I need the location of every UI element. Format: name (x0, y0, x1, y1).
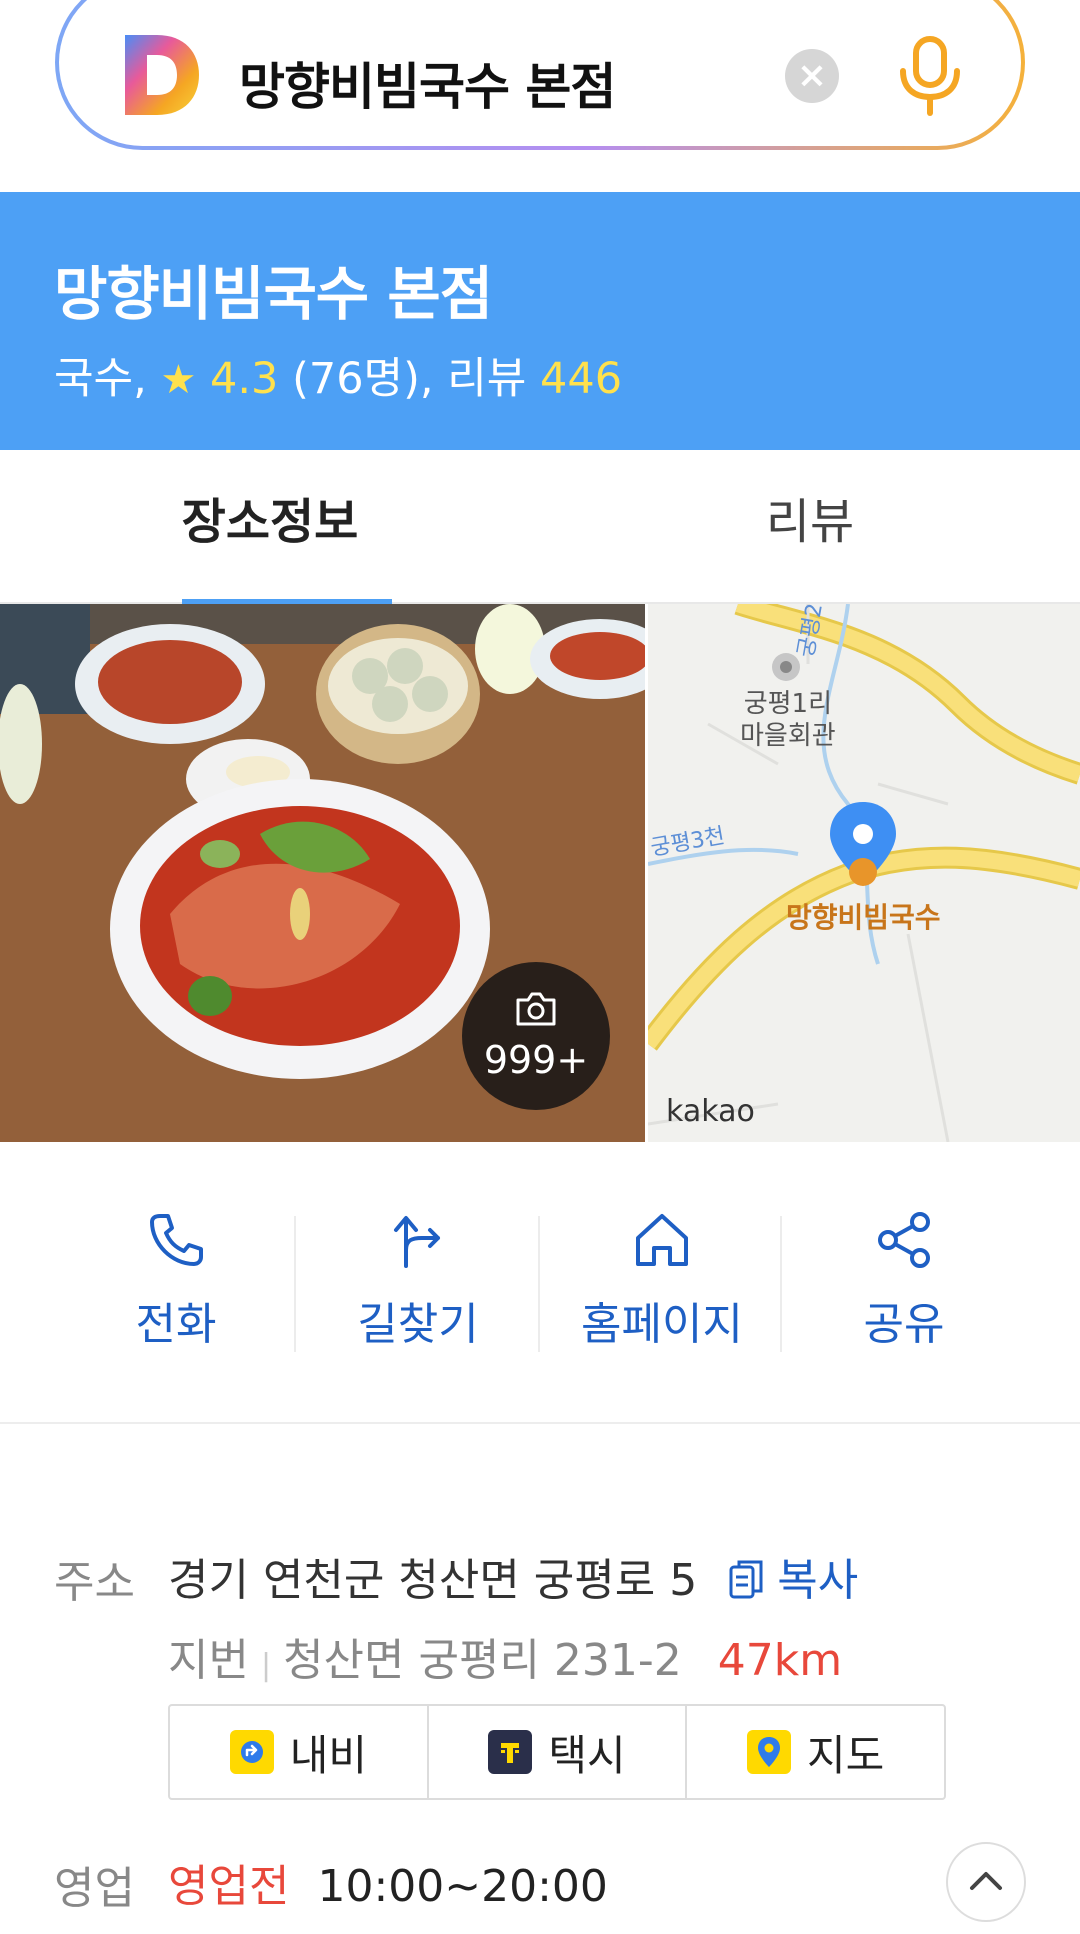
tab-place-info[interactable]: 장소정보 (0, 450, 540, 604)
media-section: 999+ 궁평1리 마을회관 궁평2천 궁평3천 망향비빔국수 kakao (0, 604, 1080, 1142)
taxi-icon (488, 1730, 533, 1774)
call-button[interactable]: 전화 (54, 1210, 298, 1370)
food-photo[interactable]: 999+ (0, 604, 645, 1142)
copy-address-button[interactable]: 복사 (729, 1555, 858, 1606)
mic-icon[interactable] (897, 35, 963, 117)
tab-bar: 장소정보 리뷰 (0, 450, 1080, 604)
place-category: 국수, (54, 354, 147, 404)
rating-count[interactable]: (76명), (292, 354, 434, 404)
action-divider (538, 1216, 540, 1352)
share-button[interactable]: 공유 (782, 1210, 1026, 1370)
review-count[interactable]: 446 (540, 354, 622, 404)
navigation-buttons: 내비 택시 지도 (168, 1704, 946, 1800)
taxi-label: 택시 (548, 1730, 626, 1780)
place-meta: 국수, ★ 4.3 (76명), 리뷰 446 (54, 344, 622, 406)
navi-label: 내비 (289, 1730, 367, 1780)
map-label: 지도 (807, 1730, 885, 1780)
distance: 47km (717, 1635, 843, 1686)
photo-count-badge[interactable]: 999+ (462, 962, 610, 1110)
taxi-button[interactable]: 택시 (429, 1706, 688, 1798)
chevron-up-icon (970, 1872, 1002, 1890)
photo-count-text: 999+ (483, 1038, 589, 1082)
camera-icon (516, 992, 556, 1026)
hours-key: 영업 (54, 1863, 135, 1914)
star-icon: ★ (160, 357, 197, 403)
jibun-address: 청산면 궁평리 231-2 (283, 1635, 682, 1686)
hours-time: 10:00~20:00 (317, 1861, 608, 1912)
directions-icon (394, 1216, 440, 1268)
home-icon (636, 1214, 688, 1266)
navi-icon (229, 1730, 274, 1774)
address-road-text: 경기 연천군 청산면 궁평로 5 (168, 1555, 698, 1606)
kakao-map-logo: kakao (666, 1094, 755, 1129)
homepage-button[interactable]: 홈페이지 (540, 1210, 784, 1370)
map-poi-label: 궁평1리 마을회관 (740, 689, 836, 751)
share-icon (878, 1212, 930, 1268)
jibun-key: 지번 (168, 1635, 249, 1686)
action-row: 전화 길찾기 홈페이지 공유 (0, 1142, 1080, 1424)
phone-icon (150, 1214, 203, 1266)
place-title: 망향비빔국수 본점 (54, 260, 493, 328)
daum-logo-icon (125, 35, 199, 115)
address-road: 경기 연천군 청산면 궁평로 5 복사 (168, 1544, 858, 1608)
clear-search-button[interactable]: × (785, 49, 839, 103)
map-preview[interactable]: 궁평1리 마을회관 궁평2천 궁평3천 망향비빔국수 kakao (648, 604, 1080, 1142)
clear-icon: × (796, 55, 828, 96)
copy-icon (729, 1560, 763, 1599)
map-illustration (648, 604, 1080, 1142)
map-button[interactable]: 지도 (687, 1706, 944, 1798)
tab-review[interactable]: 리뷰 (540, 450, 1080, 604)
share-label: 공유 (863, 1299, 945, 1350)
homepage-label: 홈페이지 (581, 1299, 743, 1350)
hours-row[interactable]: 영업전 10:00~20:00 (168, 1850, 608, 1914)
map-place-label: 망향비빔국수 (786, 901, 941, 934)
separator: | (260, 1648, 272, 1683)
directions-label: 길찾기 (357, 1299, 479, 1350)
navi-button[interactable]: 내비 (170, 1706, 429, 1798)
map-pin-icon (747, 1730, 792, 1774)
search-bar-area: 망향비빔국수 본점 × (0, 0, 1080, 190)
place-header: 망향비빔국수 본점 국수, ★ 4.3 (76명), 리뷰 446 (0, 192, 1080, 450)
search-box[interactable]: 망향비빔국수 본점 × (55, 0, 1025, 150)
address-key: 주소 (54, 1557, 135, 1608)
action-divider (780, 1216, 782, 1352)
scroll-top-button[interactable] (946, 1842, 1026, 1922)
copy-label: 복사 (777, 1555, 859, 1606)
directions-button[interactable]: 길찾기 (296, 1210, 540, 1370)
review-label[interactable]: 리뷰 (447, 354, 526, 404)
rating-value: 4.3 (210, 354, 279, 404)
jibun-row: 지번 | 청산면 궁평리 231-2 47km (168, 1624, 842, 1688)
action-divider (294, 1216, 296, 1352)
search-query[interactable]: 망향비빔국수 본점 (239, 47, 616, 119)
call-label: 전화 (135, 1299, 217, 1350)
hours-status: 영업전 (168, 1861, 290, 1912)
